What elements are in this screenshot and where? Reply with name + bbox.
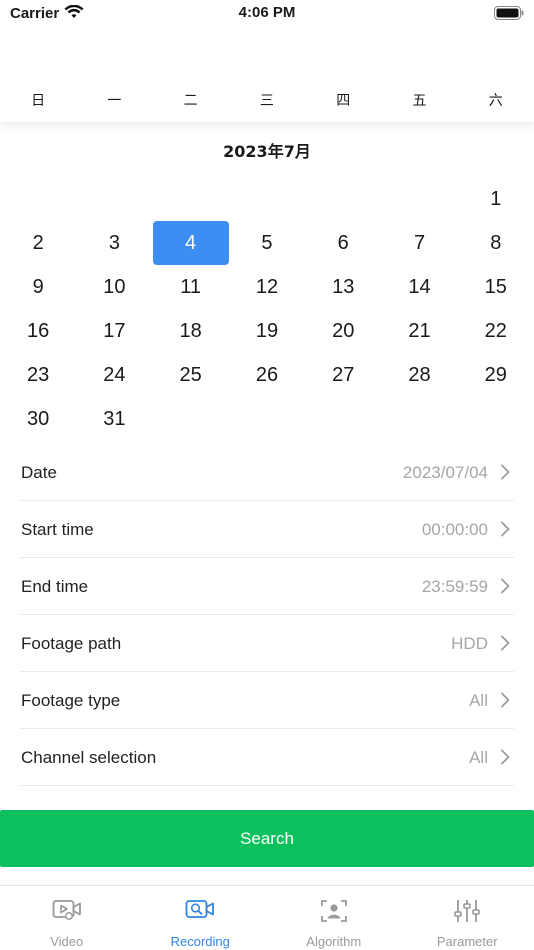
month-title: 2023年7月	[223, 142, 311, 161]
tab-parameter[interactable]: Parameter	[401, 886, 534, 950]
settings-row-value: All	[469, 691, 488, 710]
calendar-day[interactable]: 20	[305, 309, 381, 353]
settings-row-label: Footage type	[21, 691, 121, 710]
parameter-icon	[453, 898, 481, 929]
chevron-right-icon	[500, 635, 510, 651]
weekday-header: 日一二三四五六	[0, 88, 534, 122]
calendar-day[interactable]: 8	[458, 221, 534, 265]
weekday-label: 五	[412, 93, 427, 109]
status-time: 4:06 PM	[238, 4, 296, 21]
search-settings-list: Date 2023/07/04 Start time 00:00:00 End time…	[20, 444, 514, 786]
tab-video[interactable]: Video	[0, 886, 134, 950]
settings-row-label: Start time	[21, 520, 94, 539]
tab-label: Algorithm	[306, 934, 362, 949]
calendar-day[interactable]: 2	[0, 221, 76, 265]
settings-row-date[interactable]: Date 2023/07/04	[20, 444, 514, 501]
calendar-day[interactable]: 26	[229, 353, 305, 397]
recording-icon	[185, 898, 215, 927]
calendar-day[interactable]: 11	[153, 265, 229, 309]
tab-label: Video	[50, 934, 84, 949]
calendar-day[interactable]: 15	[458, 265, 534, 309]
calendar-day[interactable]: 5	[229, 221, 305, 265]
algorithm-icon	[320, 898, 348, 929]
tab-label: Recording	[170, 934, 230, 949]
chevron-right-icon	[500, 749, 510, 765]
calendar-day[interactable]: 12	[229, 265, 305, 309]
tab-algorithm[interactable]: Algorithm	[267, 886, 401, 950]
calendar-day[interactable]: 23	[0, 353, 76, 397]
weekday-label: 二	[183, 93, 198, 109]
search-button[interactable]: Search	[0, 810, 534, 867]
calendar-day[interactable]: 7	[381, 221, 457, 265]
calendar-day[interactable]: 22	[458, 309, 534, 353]
calendar-day[interactable]: 21	[381, 309, 457, 353]
weekday-label: 三	[259, 93, 274, 109]
settings-row-value: 23:59:59	[421, 577, 488, 596]
settings-row-channel-selection[interactable]: Channel selection All	[20, 729, 514, 786]
settings-row-footage-path[interactable]: Footage path HDD	[20, 615, 514, 672]
tab-recording[interactable]: Recording	[134, 886, 268, 950]
settings-row-value: HDD	[451, 634, 488, 653]
weekday-label: 四	[336, 93, 351, 109]
settings-row-start-time[interactable]: Start time 00:00:00	[20, 501, 514, 558]
chevron-right-icon	[500, 521, 510, 537]
battery-icon	[494, 6, 524, 26]
calendar-day[interactable]: 25	[153, 353, 229, 397]
settings-row-value: 2023/07/04	[402, 463, 488, 482]
status-bar: Carrier 4:06 PM	[0, 0, 534, 30]
calendar-day-selected[interactable]: 4	[152, 221, 229, 265]
settings-row-value: 00:00:00	[421, 520, 488, 539]
weekday-label: 一	[107, 93, 122, 109]
calendar-day[interactable]: 28	[381, 353, 457, 397]
tab-bar: Video Recording Algorithm Parameter	[0, 885, 534, 950]
weekday-label: 日	[31, 93, 46, 109]
tab-label: Parameter	[436, 934, 498, 949]
calendar-day[interactable]: 18	[153, 309, 229, 353]
calendar-day[interactable]: 10	[76, 265, 152, 309]
weekday-label: 六	[488, 93, 503, 109]
calendar-day[interactable]: 13	[305, 265, 381, 309]
chevron-right-icon	[500, 692, 510, 708]
chevron-right-icon	[500, 464, 510, 480]
calendar-day[interactable]: 3	[76, 221, 152, 265]
calendar-day[interactable]: 6	[305, 221, 381, 265]
calendar-day[interactable]: 16	[0, 309, 76, 353]
chevron-right-icon	[500, 578, 510, 594]
settings-row-end-time[interactable]: End time 23:59:59	[20, 558, 514, 615]
calendar-day[interactable]: 29	[458, 353, 534, 397]
calendar-day[interactable]: 14	[381, 265, 457, 309]
calendar-day[interactable]: 27	[305, 353, 381, 397]
calendar-day[interactable]: 17	[76, 309, 152, 353]
settings-row-label: End time	[21, 577, 89, 596]
settings-row-label: Date	[21, 463, 57, 482]
settings-row-label: Footage path	[21, 634, 122, 653]
calendar-day[interactable]: 30	[0, 397, 76, 441]
calendar-day[interactable]: 31	[76, 397, 152, 441]
video-icon	[52, 898, 82, 927]
settings-row-footage-type[interactable]: Footage type All	[20, 672, 514, 729]
calendar-day[interactable]: 1	[458, 177, 534, 221]
calendar-day[interactable]: 9	[0, 265, 76, 309]
settings-row-label: Channel selection	[21, 748, 157, 767]
calendar-day[interactable]: 19	[229, 309, 305, 353]
calendar-day[interactable]: 24	[76, 353, 152, 397]
settings-row-value: All	[469, 748, 488, 767]
